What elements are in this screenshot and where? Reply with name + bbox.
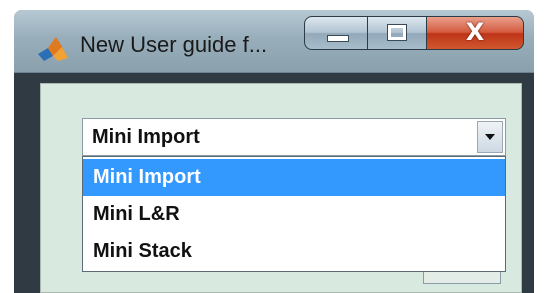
maximize-icon bbox=[387, 24, 407, 41]
dropdown-list: Mini Import Mini L&R Mini Stack bbox=[82, 156, 506, 272]
mode-dropdown[interactable]: Mini Import bbox=[82, 118, 506, 156]
maximize-button[interactable] bbox=[367, 16, 427, 50]
dropdown-option-mini-stack[interactable]: Mini Stack bbox=[83, 233, 505, 270]
app-window: New User guide f... X Mini Import Mini I… bbox=[14, 10, 534, 293]
dialog-content: Mini Import Mini Import Mini L&R Mini St… bbox=[40, 83, 522, 293]
title-bar[interactable]: New User guide f... X bbox=[14, 10, 534, 73]
close-icon: X bbox=[465, 18, 485, 46]
minimize-icon bbox=[327, 35, 349, 42]
matlab-logo-icon bbox=[36, 34, 70, 64]
close-button[interactable]: X bbox=[426, 16, 524, 50]
caret-down-icon bbox=[485, 134, 495, 140]
dropdown-option-mini-import[interactable]: Mini Import bbox=[83, 159, 505, 196]
minimize-button[interactable] bbox=[304, 16, 368, 50]
dropdown-option-mini-lr[interactable]: Mini L&R bbox=[83, 196, 505, 233]
dropdown-selected-value: Mini Import bbox=[92, 126, 200, 148]
dropdown-arrow-button[interactable] bbox=[477, 121, 503, 153]
window-title: New User guide f... bbox=[80, 32, 268, 57]
obscured-button[interactable] bbox=[423, 272, 501, 284]
